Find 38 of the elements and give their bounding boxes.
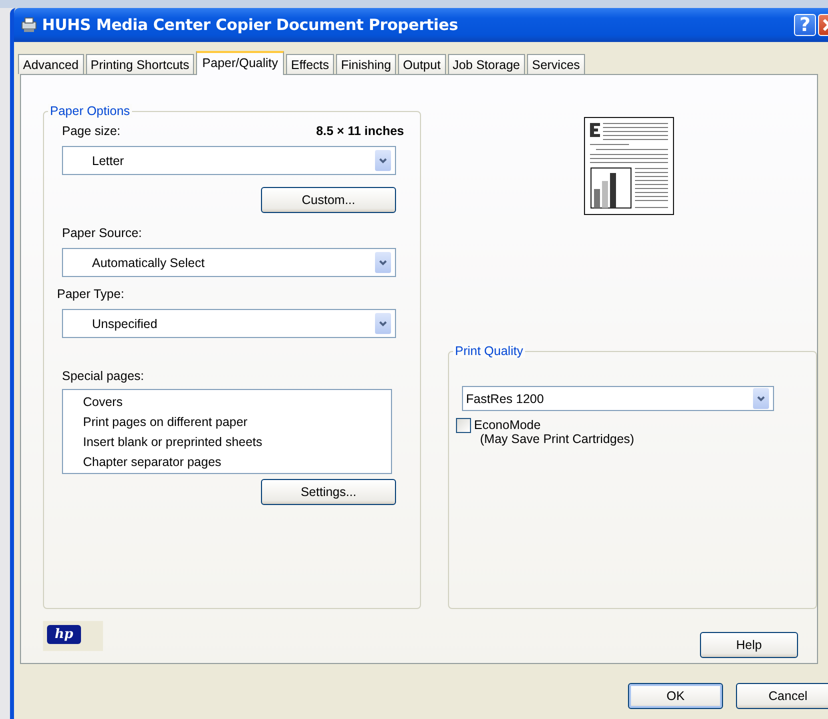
- checkbox[interactable]: [456, 418, 471, 433]
- label: Paper Source:: [62, 226, 143, 240]
- dropdown[interactable]: Letter: [62, 146, 396, 175]
- label: Page size:: [62, 124, 120, 138]
- label: Special pages:: [62, 369, 146, 383]
- list-item[interactable]: Print pages on different paper: [83, 412, 391, 432]
- dialog-button[interactable]: OK: [628, 683, 723, 709]
- group-title: Print Quality: [453, 344, 526, 358]
- tab[interactable]: Printing Shortcuts: [86, 54, 194, 74]
- caret-icon: [378, 258, 388, 267]
- caret-icon: [756, 394, 766, 403]
- dropdown[interactable]: FastRes 1200: [462, 386, 774, 411]
- tab[interactable]: Job Storage: [448, 54, 525, 74]
- list-item[interactable]: Chapter separator pages: [83, 452, 391, 472]
- tab[interactable]: Advanced: [18, 54, 84, 74]
- checkbox-label: EconoMode: [474, 418, 542, 432]
- dropdown[interactable]: Unspecified: [62, 309, 396, 338]
- tab[interactable]: Output: [398, 54, 446, 74]
- group-title: Paper Options: [48, 104, 132, 118]
- list-item[interactable]: Insert blank or preprinted sheets: [83, 432, 391, 452]
- dialog-button[interactable]: Cancel: [736, 683, 828, 709]
- tab[interactable]: Services: [526, 54, 585, 74]
- label: Paper Type:: [57, 287, 126, 301]
- tab[interactable]: Finishing: [336, 54, 396, 74]
- caret-icon: [378, 319, 388, 328]
- checkbox-note: (May Save Print Cartridges): [479, 432, 634, 446]
- page-size-value: 8.5 × 11 inches: [316, 124, 404, 138]
- help-button[interactable]: Help: [700, 632, 798, 658]
- window-title: HUHS Media Center Copier Document Properties: [42, 16, 458, 34]
- dropdown[interactable]: Automatically Select: [62, 248, 396, 277]
- list-item[interactable]: Covers: [83, 392, 391, 412]
- tab[interactable]: Paper/Quality: [196, 51, 284, 75]
- tab[interactable]: Effects: [286, 54, 334, 74]
- caret-icon: [378, 156, 388, 165]
- hp-logo: hp: [47, 625, 81, 644]
- printer-icon: [20, 16, 38, 34]
- settings-button[interactable]: Settings...: [261, 479, 396, 505]
- custom-button[interactable]: Custom...: [261, 187, 396, 213]
